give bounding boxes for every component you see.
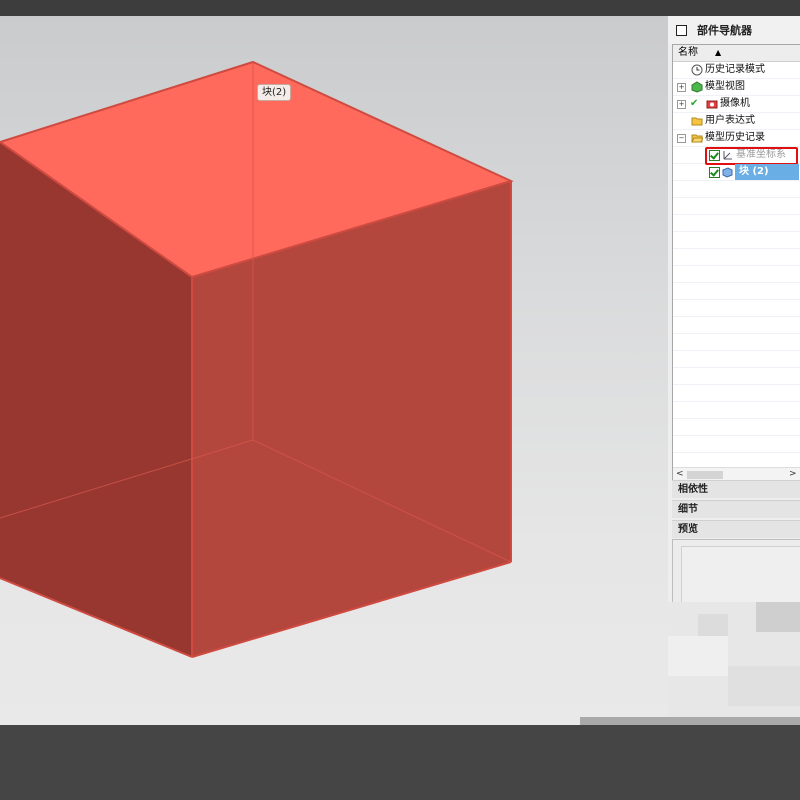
preview-section[interactable]: 预览	[672, 520, 800, 538]
block-model[interactable]	[0, 16, 668, 725]
tree-item-model-history[interactable]: − 模型历史记录	[673, 130, 800, 147]
model-view-icon	[691, 81, 703, 93]
tree-item-label-selected: 块 (2)	[735, 164, 799, 180]
navigator-title: 部件导航器	[697, 24, 752, 37]
tree-item-cameras[interactable]: + ✔ 摄像机	[673, 96, 800, 113]
part-navigator-panel: 部件导航器 名称 ▲ 历史记录模式 + 模型视图 + ✔ 摄像机 用户表达式 −…	[668, 16, 800, 725]
folder-icon	[691, 117, 703, 126]
tree-empty-row	[673, 368, 800, 385]
feature-tag-label[interactable]: 块(2)	[257, 84, 292, 101]
scrollbar-thumb[interactable]	[687, 471, 723, 479]
tree-item-label: 历史记录模式	[705, 64, 765, 75]
panel-toggle-icon[interactable]	[676, 25, 687, 36]
tree-empty-row	[673, 249, 800, 266]
blurred-region	[668, 636, 728, 676]
tree-empty-row	[673, 300, 800, 317]
block-icon	[722, 167, 733, 178]
tree-empty-row	[673, 283, 800, 300]
navigator-tree[interactable]: 名称 ▲ 历史记录模式 + 模型视图 + ✔ 摄像机 用户表达式 − 模型历史记…	[672, 44, 800, 484]
tree-item-history-mode[interactable]: 历史记录模式	[673, 62, 800, 79]
details-section[interactable]: 细节	[672, 500, 800, 518]
section-label: 细节	[678, 504, 698, 515]
camera-icon	[706, 100, 718, 109]
tree-empty-row	[673, 317, 800, 334]
preview-area	[672, 539, 800, 611]
graphics-viewport[interactable]: 块(2)	[0, 16, 668, 725]
tree-item-block[interactable]: 块 (2)	[673, 164, 800, 181]
tree-empty-row	[673, 215, 800, 232]
tree-empty-row	[673, 266, 800, 283]
expand-plus-icon[interactable]: +	[677, 83, 686, 92]
visibility-checkbox[interactable]	[709, 167, 720, 178]
tree-item-label: 摄像机	[720, 98, 750, 109]
tree-item-user-expressions[interactable]: 用户表达式	[673, 113, 800, 130]
folder-open-icon	[691, 134, 703, 143]
column-header-name[interactable]: 名称 ▲	[673, 45, 800, 62]
expand-plus-icon[interactable]: +	[677, 100, 686, 109]
section-label: 预览	[678, 524, 698, 535]
preview-canvas	[681, 546, 800, 610]
tree-empty-row	[673, 351, 800, 368]
checkmark-icon: ✔	[690, 98, 699, 109]
tree-empty-row	[673, 198, 800, 215]
tree-item-label: 用户表达式	[705, 115, 755, 126]
column-header-label: 名称	[678, 47, 698, 58]
tree-empty-row	[673, 181, 800, 198]
tree-item-datum-csys[interactable]: 基准坐标系	[673, 147, 800, 165]
clock-icon	[691, 64, 703, 76]
tree-empty-row	[673, 385, 800, 402]
dependencies-section[interactable]: 相依性	[672, 480, 800, 498]
tree-empty-row	[673, 402, 800, 419]
tree-item-label: 模型历史记录	[705, 132, 765, 143]
top-toolbar	[0, 0, 800, 16]
tree-empty-row	[673, 419, 800, 436]
collapse-minus-icon[interactable]: −	[677, 134, 686, 143]
tree-item-model-views[interactable]: + 模型视图	[673, 79, 800, 96]
tree-empty-row	[673, 232, 800, 249]
tree-item-label: 模型视图	[705, 81, 745, 92]
tree-rows: 历史记录模式 + 模型视图 + ✔ 摄像机 用户表达式 − 模型历史记录 基准坐…	[673, 62, 800, 470]
scroll-right-icon[interactable]: >	[789, 469, 797, 479]
triangle-up-icon: ▲	[715, 48, 722, 57]
bottom-bar	[0, 725, 800, 800]
blurred-region	[756, 602, 800, 632]
highlight-box	[705, 147, 798, 165]
tree-empty-row	[673, 436, 800, 453]
section-label: 相依性	[678, 484, 708, 495]
scroll-left-icon[interactable]: <	[676, 469, 684, 479]
tree-empty-row	[673, 334, 800, 351]
navigator-header: 部件导航器	[668, 16, 800, 44]
blurred-region	[728, 666, 800, 706]
